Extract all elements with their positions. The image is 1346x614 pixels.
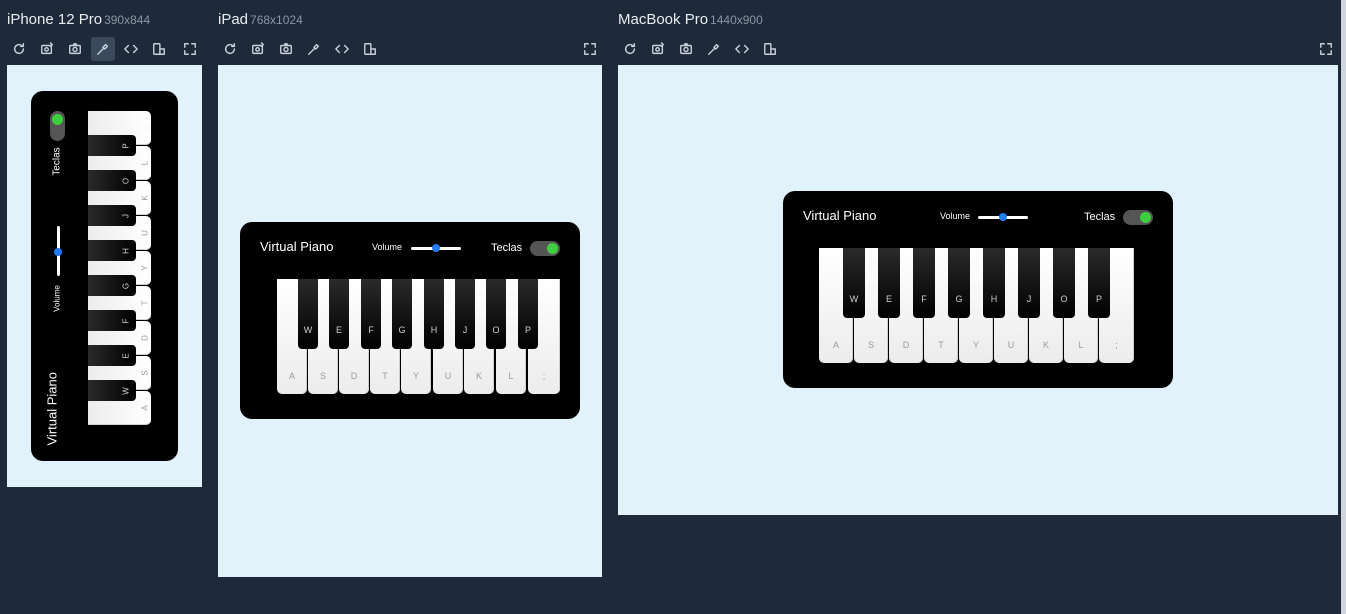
black-key[interactable]: W bbox=[843, 248, 865, 318]
volume-knob[interactable] bbox=[54, 248, 62, 256]
eyedropper-icon[interactable] bbox=[702, 37, 726, 61]
code-icon[interactable] bbox=[119, 37, 143, 61]
piano-panel: Virtual Piano Volume Teclas A S D T Y U … bbox=[783, 191, 1173, 388]
black-key[interactable]: G bbox=[88, 275, 136, 296]
volume-slider[interactable] bbox=[411, 244, 461, 252]
black-key[interactable]: W bbox=[298, 279, 318, 349]
keys-toggle[interactable] bbox=[50, 111, 65, 141]
volume-label: Volume bbox=[940, 211, 971, 221]
black-key[interactable]: W bbox=[88, 380, 136, 401]
device-rotate-icon[interactable] bbox=[358, 37, 382, 61]
black-key[interactable]: E bbox=[88, 345, 136, 366]
piano-title: Virtual Piano bbox=[803, 208, 877, 223]
black-key[interactable]: J bbox=[455, 279, 475, 349]
device-title: MacBook Pro 1440x900 bbox=[618, 11, 763, 28]
black-key[interactable]: J bbox=[88, 205, 136, 226]
black-key[interactable]: J bbox=[1018, 248, 1040, 318]
camera-icon[interactable] bbox=[674, 37, 698, 61]
device-title: iPad 768x1024 bbox=[218, 11, 303, 28]
vertical-keys: . L K U Y T D S A P O J H G F E W bbox=[88, 111, 152, 425]
device-title: iPhone 12 Pro 390x844 bbox=[7, 11, 151, 28]
toggle-dot bbox=[1140, 212, 1151, 223]
black-key[interactable]: F bbox=[913, 248, 935, 318]
black-key[interactable]: O bbox=[88, 170, 136, 191]
black-key[interactable]: H bbox=[424, 279, 444, 349]
black-key[interactable]: E bbox=[329, 279, 349, 349]
black-key[interactable]: H bbox=[983, 248, 1005, 318]
device-frame: Virtual Piano Volume Teclas A S D T Y U … bbox=[218, 65, 602, 577]
device-rotate-icon[interactable] bbox=[758, 37, 782, 61]
volume-knob[interactable] bbox=[999, 213, 1007, 221]
eyedropper-icon[interactable] bbox=[91, 37, 115, 61]
black-key[interactable]: P bbox=[88, 135, 136, 156]
piano-panel: Virtual Piano Teclas Volume . L K U Y T … bbox=[31, 91, 178, 461]
black-key[interactable]: G bbox=[392, 279, 412, 349]
camera-icon[interactable] bbox=[63, 37, 87, 61]
keys-toggle-label: Teclas bbox=[51, 147, 63, 176]
refresh-icon[interactable] bbox=[618, 37, 642, 61]
camera-rotate-icon[interactable] bbox=[246, 37, 270, 61]
black-key[interactable]: O bbox=[1053, 248, 1075, 318]
device-frame: Virtual Piano Teclas Volume . L K U Y T … bbox=[7, 65, 202, 487]
keys-toggle[interactable] bbox=[530, 241, 560, 256]
black-key[interactable]: H bbox=[88, 240, 136, 261]
fullscreen-icon[interactable] bbox=[1314, 37, 1338, 61]
camera-icon[interactable] bbox=[274, 37, 298, 61]
black-key[interactable]: P bbox=[1088, 248, 1110, 318]
eyedropper-icon[interactable] bbox=[302, 37, 326, 61]
volume-label: Volume bbox=[52, 285, 62, 312]
black-key[interactable]: F bbox=[88, 310, 136, 331]
keys-toggle-label: Teclas bbox=[491, 242, 523, 254]
toggle-dot bbox=[547, 243, 558, 254]
black-key[interactable]: F bbox=[361, 279, 381, 349]
camera-rotate-icon[interactable] bbox=[35, 37, 59, 61]
fullscreen-icon[interactable] bbox=[178, 37, 202, 61]
keys-toggle[interactable] bbox=[1123, 210, 1153, 225]
refresh-icon[interactable] bbox=[218, 37, 242, 61]
volume-slider[interactable] bbox=[978, 213, 1028, 221]
black-key[interactable]: O bbox=[486, 279, 506, 349]
fullscreen-icon[interactable] bbox=[578, 37, 602, 61]
piano-title: Virtual Piano bbox=[260, 239, 334, 254]
black-key[interactable]: P bbox=[518, 279, 538, 349]
toggle-dot bbox=[52, 114, 63, 125]
piano-keys: A S D T Y U K L ; W E F G H J O P bbox=[277, 279, 560, 394]
device-frame: Virtual Piano Volume Teclas A S D T Y U … bbox=[618, 65, 1338, 515]
piano-panel: Virtual Piano Volume Teclas A S D T Y U … bbox=[240, 222, 580, 419]
piano-title: Virtual Piano bbox=[44, 372, 60, 446]
black-key[interactable]: E bbox=[878, 248, 900, 318]
refresh-icon[interactable] bbox=[7, 37, 31, 61]
piano-keys: A S D T Y U K L ; W E F G H J O P bbox=[819, 248, 1134, 363]
volume-slider[interactable] bbox=[54, 226, 62, 276]
volume-knob[interactable] bbox=[432, 244, 440, 252]
scrollbar-edge[interactable] bbox=[1341, 0, 1346, 614]
keys-toggle-label: Teclas bbox=[1084, 211, 1116, 223]
code-icon[interactable] bbox=[330, 37, 354, 61]
camera-rotate-icon[interactable] bbox=[646, 37, 670, 61]
code-icon[interactable] bbox=[730, 37, 754, 61]
black-key[interactable]: G bbox=[948, 248, 970, 318]
device-rotate-icon[interactable] bbox=[147, 37, 171, 61]
volume-label: Volume bbox=[372, 242, 403, 252]
